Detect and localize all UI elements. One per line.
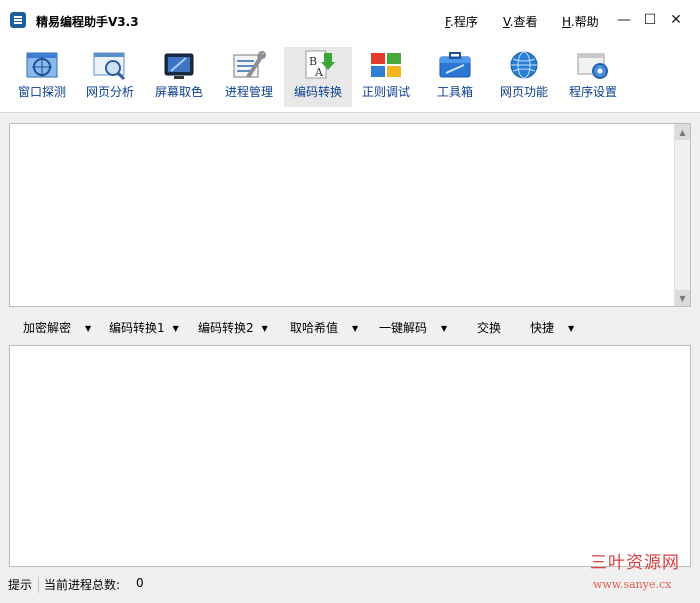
dropdown-arrow-icon: ▼: [441, 324, 448, 333]
minimize-button[interactable]: —: [610, 6, 638, 34]
window-title: 精易编程助手V3.3: [36, 15, 139, 29]
encoding-convert-icon: BA: [301, 49, 335, 81]
tool-regex-debug[interactable]: 正则调试: [352, 47, 420, 107]
color-picker-icon: [162, 49, 196, 81]
process-count-value: 0: [136, 576, 144, 590]
tool-label: 进程管理: [224, 85, 273, 99]
window-probe-icon: [25, 49, 59, 81]
swap-button[interactable]: 交换: [477, 319, 501, 336]
encrypt-decrypt-dropdown[interactable]: 加密解密 ▼: [23, 319, 91, 336]
tool-label: 正则调试: [361, 85, 410, 99]
action-bar: 加密解密 ▼ 编码转换1 ▼ 编码转换2 ▼ 取哈希值 ▼ 一键解码 ▼ 交换 快捷 ▼: [0, 314, 700, 338]
dropdown-arrow-icon: ▼: [172, 324, 179, 333]
tool-settings[interactable]: 程序设置: [559, 47, 627, 107]
status-hint: 提示: [8, 578, 33, 592]
scroll-up-icon[interactable]: ▲: [675, 124, 690, 140]
hash-value-dropdown[interactable]: 取哈希值 ▼: [290, 319, 358, 336]
tool-process-manager[interactable]: 进程管理: [215, 47, 283, 107]
regex-debug-icon: [369, 49, 403, 81]
encode-convert-1-dropdown[interactable]: 编码转换1 ▼: [109, 319, 179, 336]
process-count-label: 当前进程总数:: [44, 578, 121, 592]
tool-label: 网页功能: [499, 85, 548, 99]
tool-toolbox[interactable]: 工具箱: [421, 47, 489, 107]
menu-program[interactable]: F.程序: [445, 13, 478, 30]
watermark-text: 三叶资源网: [590, 553, 680, 573]
process-manager-icon: [232, 49, 266, 81]
tool-label: 网页分析: [85, 85, 134, 99]
dropdown-arrow-icon: ▼: [568, 324, 575, 333]
close-button[interactable]: ✕: [662, 6, 690, 34]
maximize-button[interactable]: ☐: [636, 6, 664, 34]
tool-web-functions[interactable]: 网页功能: [490, 47, 558, 107]
maximize-icon: ☐: [643, 12, 657, 28]
scroll-down-icon[interactable]: ▼: [675, 290, 690, 306]
tool-label: 程序设置: [568, 85, 617, 99]
tool-color-picker[interactable]: 屏幕取色: [145, 47, 213, 107]
toolbox-icon: [438, 49, 472, 81]
output-textarea[interactable]: [9, 345, 691, 567]
svg-text:A: A: [314, 66, 324, 79]
watermark-url: www.sanye.cx: [593, 578, 672, 591]
tool-label: 窗口探测: [17, 85, 66, 99]
menu-view[interactable]: V.查看: [503, 13, 538, 30]
close-icon: ✕: [670, 12, 682, 28]
minimize-icon: —: [617, 12, 631, 28]
status-separator: [38, 577, 39, 593]
title-bar: 精易编程助手V3.3 F.程序 V.查看 H.帮助 — ☐ ✕: [0, 0, 700, 42]
tool-label: 编码转换: [293, 85, 342, 99]
main-toolbar: 窗口探测 网页分析 屏幕取色 进程管理 BA 编码转换 正则调试 工具箱 网页功…: [0, 42, 700, 113]
dropdown-arrow-icon: ▼: [261, 324, 268, 333]
encode-convert-2-dropdown[interactable]: 编码转换2 ▼: [198, 319, 268, 336]
app-logo-icon: [10, 12, 26, 28]
tool-window-probe[interactable]: 窗口探测: [8, 47, 76, 107]
web-functions-icon: [507, 49, 541, 81]
tool-label: 工具箱: [436, 85, 473, 99]
tool-encoding-convert[interactable]: BA 编码转换: [284, 47, 352, 107]
one-click-decode-dropdown[interactable]: 一键解码 ▼: [379, 319, 447, 336]
web-analysis-icon: [93, 49, 127, 81]
input-textarea[interactable]: ▲ ▼: [9, 123, 691, 307]
input-scrollbar[interactable]: ▲ ▼: [674, 124, 690, 306]
dropdown-arrow-icon: ▼: [85, 324, 92, 333]
settings-icon: [576, 49, 610, 81]
shortcuts-dropdown[interactable]: 快捷 ▼: [530, 319, 574, 336]
dropdown-arrow-icon: ▼: [352, 324, 359, 333]
tool-label: 屏幕取色: [154, 85, 203, 99]
tool-web-analysis[interactable]: 网页分析: [76, 47, 144, 107]
menu-help[interactable]: H.帮助: [562, 13, 599, 30]
